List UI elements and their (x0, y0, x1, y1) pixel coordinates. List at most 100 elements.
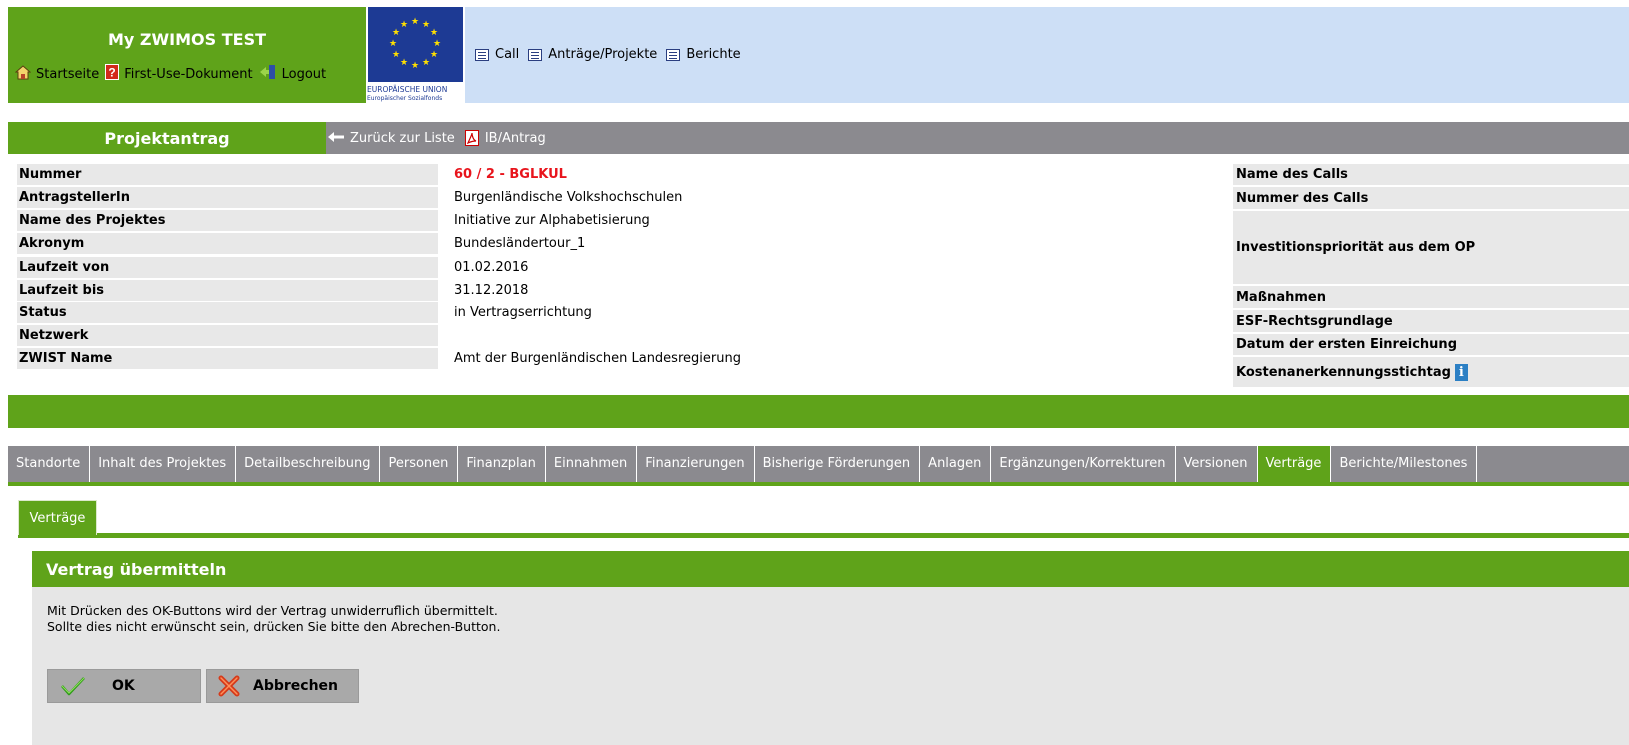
arrow-left-icon (328, 131, 344, 146)
tab-personen[interactable]: Personen (380, 446, 459, 482)
value-laufzeit-von: 01.02.2016 (454, 260, 529, 275)
value-projektname: Initiative zur Alphabetisierung (454, 213, 650, 228)
label-laufzeit-bis: Laufzeit bis (17, 280, 438, 301)
value-laufzeit-bis: 31.12.2018 (454, 283, 529, 298)
message-line-1: Mit Drücken des OK-Buttons wird der Vert… (47, 603, 498, 618)
cancel-button[interactable]: Abbrechen (206, 669, 359, 703)
value-akronym: Bundesländertour_1 (454, 236, 586, 251)
ok-label: OK (112, 678, 135, 694)
app-title: My ZWIMOS TEST (107, 30, 267, 49)
nav-berichte[interactable]: Berichte (666, 47, 741, 62)
logout-label: Logout (281, 66, 327, 82)
label-investitionsprioritaet-text: Investitionspriorität aus dem OP (1236, 240, 1476, 255)
label-massnahmen: Maßnahmen (1233, 286, 1629, 308)
tab-underline (8, 482, 1629, 486)
ok-button[interactable]: OK (47, 669, 201, 703)
pdf-antrag-link[interactable]: IB/Antrag (464, 130, 546, 146)
top-navigation-area: Call Anträge/Projekte Berichte (465, 7, 1629, 103)
eu-logo-line2: Europäischer Sozialfonds (367, 95, 443, 102)
header-branding: My ZWIMOS TEST Startseite ? First-Use-Do… (8, 7, 366, 103)
logout-icon (259, 64, 277, 84)
svg-text:★: ★ (400, 20, 408, 30)
svg-text:★: ★ (411, 61, 419, 71)
svg-text:?: ? (109, 66, 116, 80)
list-icon (666, 48, 681, 61)
label-projektname: Name des Projektes (17, 210, 438, 231)
nav-call-label: Call (495, 47, 520, 62)
transmit-contract-panel: Vertrag übermitteln Mit Drücken des OK-B… (32, 551, 1629, 745)
label-nummer-des-calls: Nummer des Calls (1233, 187, 1629, 209)
nav-call[interactable]: Call (475, 47, 519, 62)
value-nummer: 60 / 2 - BGLKUL (454, 167, 567, 182)
help-icon: ? (105, 64, 120, 84)
label-status: Status (17, 302, 438, 323)
svg-text:★: ★ (411, 17, 419, 27)
logout-link[interactable]: Logout (259, 64, 327, 84)
back-to-list-label: Zurück zur Liste (350, 130, 455, 146)
tab-ergaenzungen-korrekturen[interactable]: Ergänzungen/Korrekturen (991, 446, 1176, 482)
project-toolbar: Projektantrag Zurück zur Liste IB/Antrag (8, 122, 1629, 154)
back-to-list-link[interactable]: Zurück zur Liste (328, 131, 455, 146)
label-datum-erste-einreichung: Datum der ersten Einreichung (1233, 334, 1629, 355)
panel-message: Mit Drücken des OK-Buttons wird der Vert… (47, 603, 500, 635)
svg-text:★: ★ (422, 58, 430, 68)
startseite-link[interactable]: Startseite (14, 64, 100, 84)
label-esf-rechtsgrundlage: ESF-Rechtsgrundlage (1233, 310, 1629, 332)
eu-flag: ★ ★ ★ ★ ★ ★ ★ ★ ★ ★ ★ ★ (368, 7, 463, 82)
checkmark-icon (60, 676, 86, 696)
label-nummer-des-calls-text: Nummer des Calls (1236, 190, 1369, 206)
svg-text:★: ★ (400, 58, 408, 68)
first-use-document-link[interactable]: ? First-Use-Dokument (105, 64, 253, 84)
message-line-2: Sollte dies nicht erwünscht sein, drücke… (47, 619, 501, 634)
label-investitionsprioritaet: Investitionspriorität aus dem OP (1233, 211, 1629, 284)
label-massnahmen-text: Maßnahmen (1236, 289, 1326, 305)
list-icon (528, 48, 543, 61)
label-nummer: Nummer (17, 164, 438, 185)
panel-title: Vertrag übermitteln (32, 551, 1629, 587)
tab-bar: Standorte Inhalt des Projektes Detailbes… (8, 446, 1629, 482)
startseite-label: Startseite (36, 66, 100, 82)
label-kostenanerkennungsstichtag-text: Kostenanerkennungsstichtag (1236, 364, 1451, 380)
svg-text:★: ★ (430, 28, 438, 38)
tab-inhalt-des-projektes[interactable]: Inhalt des Projektes (90, 446, 237, 482)
subtab-vertraege[interactable]: Verträge (18, 500, 97, 535)
nav-antraege-projekte[interactable]: Anträge/Projekte (528, 47, 657, 62)
toolbar-links: Zurück zur Liste IB/Antrag (328, 122, 556, 154)
label-laufzeit-von: Laufzeit von (17, 257, 438, 278)
label-akronym: Akronym (17, 233, 438, 254)
tab-anlagen[interactable]: Anlagen (920, 446, 992, 482)
svg-text:★: ★ (433, 39, 441, 49)
label-netzwerk: Netzwerk (17, 325, 438, 346)
nav-berichte-label: Berichte (686, 47, 741, 62)
info-icon[interactable]: i (1454, 363, 1468, 381)
label-zwist-name: ZWIST Name (17, 348, 438, 369)
label-datum-erste-einreichung-text: Datum der ersten Einreichung (1236, 337, 1457, 352)
label-name-des-calls: Name des Calls (1233, 164, 1629, 185)
header-links: Startseite ? First-Use-Dokument Logout (14, 64, 332, 84)
top-navigation: Call Anträge/Projekte Berichte (475, 47, 750, 62)
label-esf-rechtsgrundlage-text: ESF-Rechtsgrundlage (1236, 313, 1393, 329)
section-title: Projektantrag (8, 122, 326, 154)
label-kostenanerkennungsstichtag: Kostenanerkennungsstichtag i (1233, 357, 1629, 387)
first-use-document-label: First-Use-Dokument (124, 66, 253, 82)
tab-einnahmen[interactable]: Einnahmen (546, 446, 638, 482)
tab-standorte[interactable]: Standorte (8, 446, 91, 482)
subtab-strip (18, 533, 1629, 538)
tab-versionen[interactable]: Versionen (1176, 446, 1258, 482)
value-status: in Vertragserrichtung (454, 305, 592, 320)
label-name-des-calls-text: Name des Calls (1236, 167, 1348, 182)
list-icon (475, 48, 489, 61)
tab-vertraege[interactable]: Verträge (1257, 446, 1332, 482)
svg-text:★: ★ (392, 28, 400, 38)
tab-bisherige-foerderungen[interactable]: Bisherige Förderungen (755, 446, 921, 482)
home-icon (14, 64, 32, 84)
label-antragstellerin: AntragstellerIn (17, 187, 438, 208)
section-divider (8, 395, 1629, 428)
tab-berichte-milestones[interactable]: Berichte/Milestones (1331, 446, 1478, 482)
svg-text:★: ★ (389, 39, 397, 49)
tab-detailbeschreibung[interactable]: Detailbeschreibung (236, 446, 381, 482)
tab-finanzierungen[interactable]: Finanzierungen (637, 446, 755, 482)
value-zwist-name: Amt der Burgenländischen Landesregierung (454, 351, 741, 366)
value-antragstellerin: Burgenländische Volkshochschulen (454, 190, 683, 205)
tab-finanzplan[interactable]: Finanzplan (458, 446, 546, 482)
